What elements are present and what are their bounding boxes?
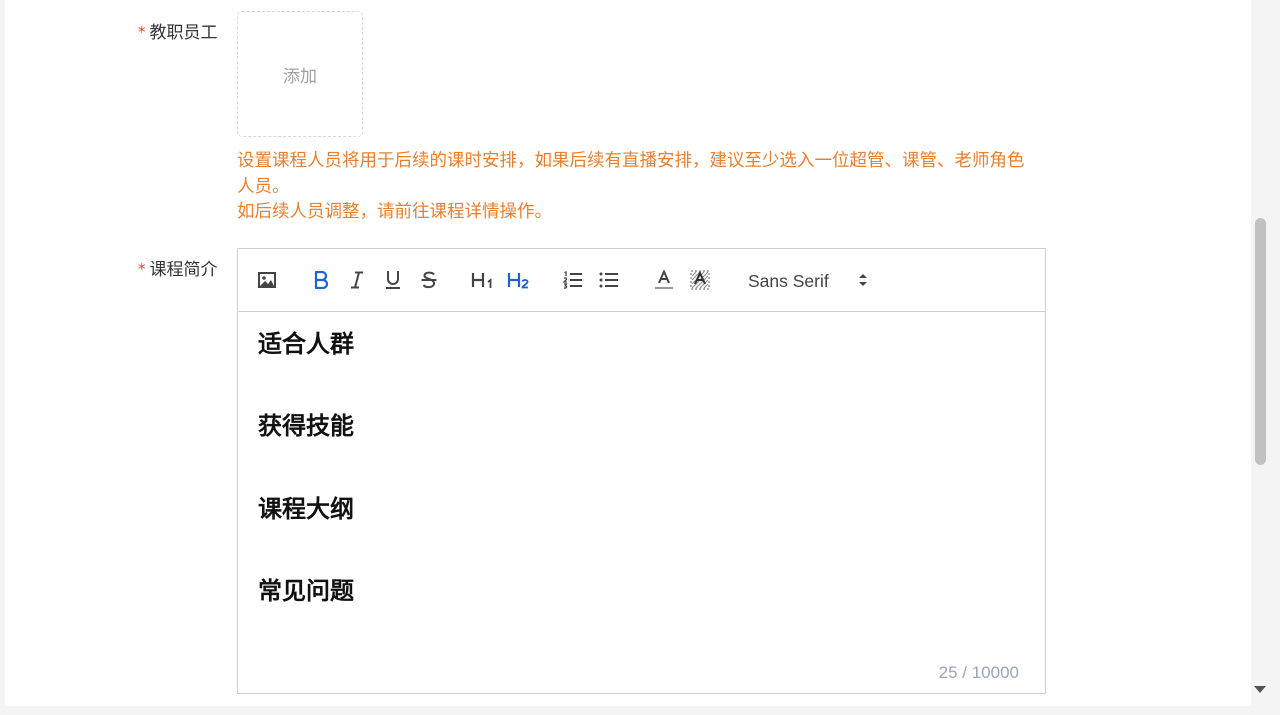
required-mark: *: [138, 260, 146, 278]
font-family-select[interactable]: Sans Serif: [748, 268, 868, 294]
intro-label-text: 课程简介: [149, 260, 218, 280]
underline-icon: [386, 271, 400, 289]
staff-tip-line: 如后续人员调整，请前往课程详情操作。: [237, 202, 552, 222]
staff-tip: 设置课程人员将用于后续的课时安排，如果后续有直播安排，建议至少选入一位超管、课管…: [237, 149, 1052, 226]
intro-label: * 课程简介: [138, 258, 218, 281]
font-family-value: Sans Serif: [748, 270, 829, 291]
italic-button[interactable]: [344, 267, 370, 293]
editor-toolbar: Sans Serif: [238, 249, 1045, 312]
rich-text-editor: Sans Serif 适合人群 获得技能 课程大纲 常见问题 25 / 1000…: [237, 248, 1046, 694]
header-2-button[interactable]: [506, 267, 532, 293]
add-staff-label: 添加: [283, 66, 317, 87]
bullet-list-icon: [599, 272, 618, 288]
staff-label-text: 教职员工: [149, 23, 218, 43]
scrollbar-thumb[interactable]: [1255, 218, 1266, 465]
background-color-button[interactable]: [687, 267, 713, 293]
required-mark: *: [138, 23, 146, 41]
content-heading: 适合人群: [258, 330, 354, 358]
underline-button[interactable]: [380, 267, 406, 293]
select-arrows-icon: [859, 274, 867, 286]
text-color-button[interactable]: [651, 267, 677, 293]
staff-tip-line: 人员。: [237, 176, 290, 197]
strikethrough-button[interactable]: [416, 267, 442, 293]
staff-tip-line: 设置课程人员将用于后续的课时安排，如果后续有直播安排，建议至少选入一位超管、课管…: [237, 151, 1025, 171]
scroll-down-arrow-icon[interactable]: [1254, 686, 1266, 693]
bullet-list-button[interactable]: [596, 267, 622, 293]
header-1-icon: [471, 273, 492, 288]
strikethrough-icon: [421, 271, 437, 289]
char-counter: 25 / 10000: [938, 663, 1019, 682]
header-2-icon: [507, 273, 529, 289]
content-heading: 常见问题: [258, 577, 354, 605]
background-color-icon: [690, 270, 710, 290]
image-icon: [258, 272, 276, 288]
add-staff-button[interactable]: 添加: [237, 11, 363, 137]
ordered-list-icon: [563, 271, 582, 289]
insert-image-button[interactable]: [254, 267, 280, 293]
ordered-list-button[interactable]: [560, 267, 586, 293]
text-color-icon: [655, 270, 673, 289]
bold-button[interactable]: [308, 267, 334, 293]
italic-icon: [351, 271, 363, 289]
bold-icon: [314, 271, 328, 289]
content-heading: 获得技能: [258, 412, 354, 440]
header-1-button[interactable]: [470, 267, 496, 293]
content-heading: 课程大纲: [258, 495, 354, 523]
staff-label: * 教职员工: [138, 21, 218, 44]
